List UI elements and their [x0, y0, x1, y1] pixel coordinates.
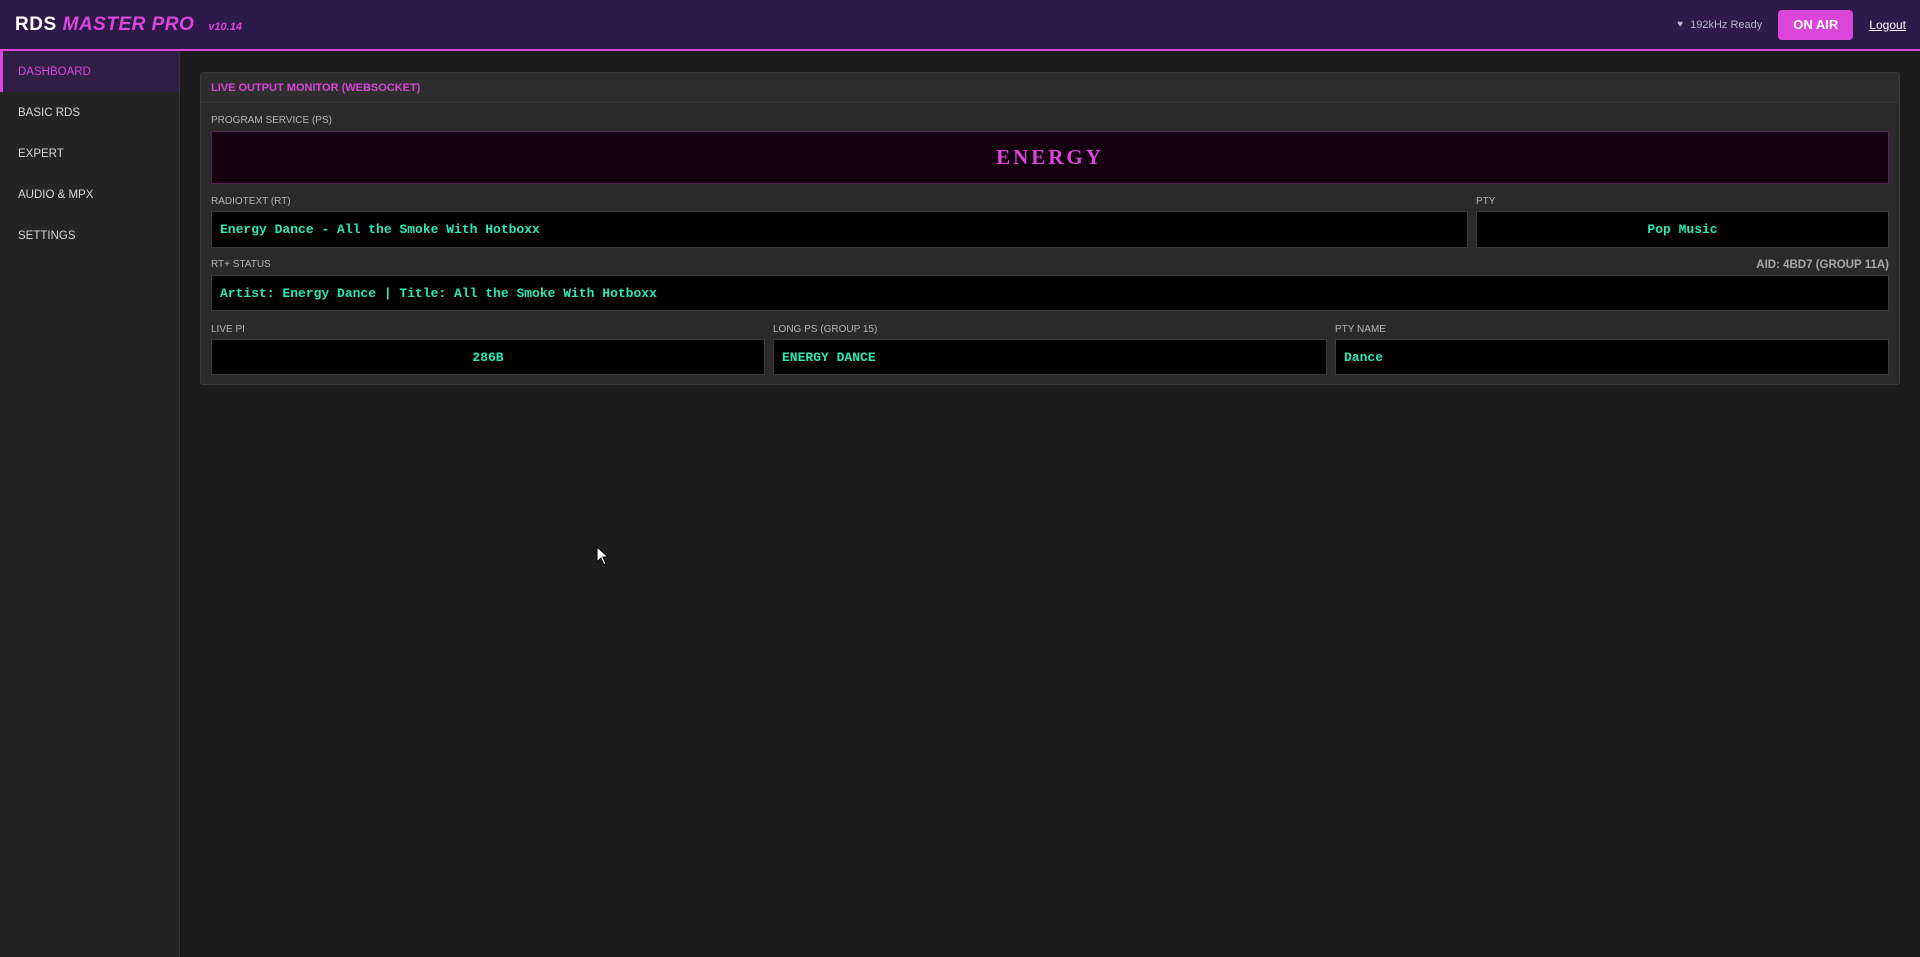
sidebar-item-settings[interactable]: SETTINGS [0, 215, 179, 256]
pty-name-display: Dance [1335, 339, 1889, 375]
brand-logo: RDS MASTER PRO v10.14 [15, 14, 242, 36]
panel-title: LIVE OUTPUT MONITOR (WEBSOCKET) [201, 73, 1899, 103]
live-output-monitor-panel: LIVE OUTPUT MONITOR (WEBSOCKET) PROGRAM … [200, 72, 1900, 385]
header-actions: ♥ 192kHz Ready ON AIR Logout [1677, 9, 1906, 40]
pty-display: Pop Music [1476, 211, 1889, 248]
brand-master-text: MASTER PRO [62, 13, 195, 35]
ps-label: PROGRAM SERVICE (PS) [211, 115, 332, 126]
top-header: RDS MASTER PRO v10.14 ♥ 192kHz Ready ON … [0, 0, 1920, 51]
status-text: 192kHz Ready [1690, 18, 1763, 31]
sidebar: DASHBOARD BASIC RDS EXPERT AUDIO & MPX S… [0, 51, 180, 957]
ps-display: ENERGY [211, 131, 1889, 184]
sidebar-item-basic-rds[interactable]: BASIC RDS [0, 92, 179, 133]
pi-display: 286B [211, 339, 765, 375]
logout-link[interactable]: Logout [1869, 18, 1906, 32]
heart-icon: ♥ [1677, 19, 1684, 30]
sidebar-item-expert[interactable]: EXPERT [0, 133, 179, 174]
rt-display: Energy Dance - All the Smoke With Hotbox… [211, 211, 1468, 248]
aid-status: AID: 4BD7 (GROUP 11A) [1756, 259, 1889, 271]
status-indicator: ♥ 192kHz Ready [1677, 19, 1762, 31]
pty-name-label: PTY NAME [1335, 324, 1386, 335]
long-ps-label: LONG PS (GROUP 15) [773, 324, 878, 335]
sidebar-item-audio-mpx[interactable]: AUDIO & MPX [0, 174, 179, 215]
version-label: v10.14 [208, 20, 242, 33]
rt-label: RADIOTEXT (RT) [211, 196, 291, 207]
rtplus-display: Artist: Energy Dance | Title: All the Sm… [211, 275, 1889, 311]
pi-label: LIVE PI [211, 324, 245, 335]
sidebar-item-dashboard[interactable]: DASHBOARD [0, 51, 179, 92]
pty-label: PTY [1476, 196, 1496, 207]
on-air-button[interactable]: ON AIR [1778, 9, 1854, 40]
long-ps-display: ENERGY DANCE [773, 339, 1327, 375]
rtplus-label: RT+ STATUS [211, 259, 271, 270]
brand-rds-text: RDS [15, 13, 57, 35]
mouse-cursor-icon [596, 546, 610, 566]
